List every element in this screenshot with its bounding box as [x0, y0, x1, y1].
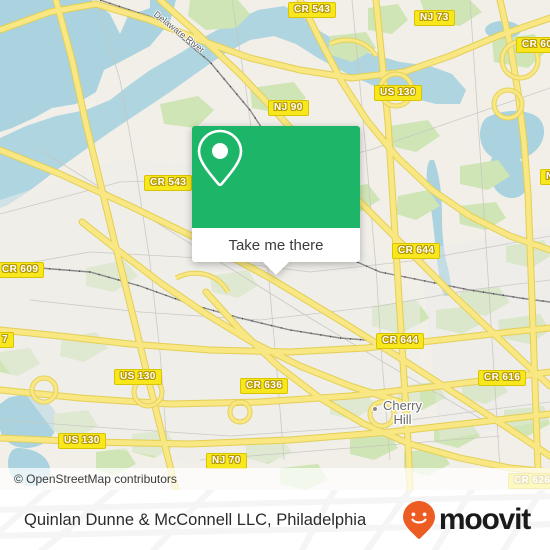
moovit-wordmark: moovit: [438, 503, 531, 536]
route-shield-us-130-south: US 130: [58, 433, 106, 449]
route-shield-nj-edge: NJ: [540, 169, 550, 185]
moovit-pin-smiley-icon: [402, 501, 435, 539]
map-pin-icon: [197, 129, 243, 187]
route-shield-cr-609: CR 609: [0, 262, 45, 278]
map-canvas[interactable]: Delaware River CR 543 NJ 73 CR 607 NJ 90…: [0, 0, 550, 490]
route-shield-cr-607: CR 607: [516, 37, 550, 53]
destination-callout[interactable]: Take me there: [192, 126, 360, 275]
route-shield-cr-616: CR 616: [478, 370, 527, 386]
route-shield-us-130-north: US 130: [374, 85, 422, 101]
callout-icon-panel: [192, 126, 360, 228]
route-shield-cr-644-north: CR 644: [392, 243, 441, 259]
route-shield-7: 7: [0, 332, 14, 348]
place-dot-cherry-hill: [372, 406, 378, 412]
place-title: Quinlan Dunne & McConnell LLC, Philadelp…: [24, 510, 367, 529]
route-shield-nj-73: NJ 73: [414, 10, 455, 26]
route-shield-cr-543-west: CR 543: [144, 175, 193, 191]
place-label-cherry-hill: Cherry Hill: [383, 398, 423, 427]
moovit-brand[interactable]: moovit: [401, 500, 531, 540]
route-shield-nj-70: NJ 70: [206, 453, 247, 469]
map-attribution[interactable]: © OpenStreetMap contributors: [0, 468, 550, 490]
route-shield-cr-644-south: CR 644: [376, 333, 425, 349]
footer-bar: Quinlan Dunne & McConnell LLC, Philadelp…: [0, 490, 550, 550]
take-me-there-button[interactable]: Take me there: [192, 228, 360, 262]
route-shield-cr-636: CR 636: [240, 378, 289, 394]
callout-tail: [262, 261, 290, 275]
route-shield-us-130-mid: US 130: [114, 369, 162, 385]
moovit-map-page: Delaware River CR 543 NJ 73 CR 607 NJ 90…: [0, 0, 550, 550]
route-shield-nj-90: NJ 90: [268, 100, 309, 116]
route-shield-cr-543-north: CR 543: [288, 2, 337, 18]
take-me-there-label: Take me there: [228, 236, 324, 254]
